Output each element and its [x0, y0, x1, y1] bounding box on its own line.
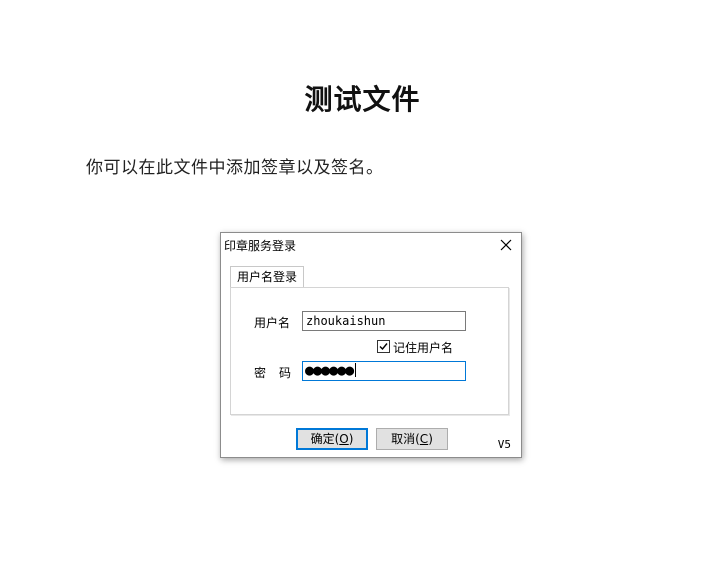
text-caret — [355, 363, 357, 377]
ok-button-label: 确定( — [310, 432, 340, 446]
dialog-title: 印章服务登录 — [224, 239, 297, 253]
document-title: 测试文件 — [304, 83, 421, 116]
login-dialog: 印章服务登录 用户名登录 用户名 zhoukaishun 记住用户名 密码 ●●… — [220, 232, 522, 458]
cancel-button-suffix: ) — [428, 432, 433, 446]
password-value: ●●●●●● — [305, 361, 354, 379]
remember-username-checkbox[interactable]: 记住用户名 — [377, 340, 453, 356]
ok-button[interactable]: 确定(O) — [296, 428, 368, 450]
tab-username-login[interactable]: 用户名登录 — [230, 266, 305, 287]
username-label: 用户名 — [254, 316, 291, 330]
cancel-button[interactable]: 取消(C) — [376, 428, 448, 450]
version-label: V5 — [497, 438, 511, 451]
close-icon — [500, 239, 512, 251]
checkbox-checked-icon — [377, 340, 390, 353]
document-body-text: 你可以在此文件中添加签章以及签名。 — [86, 158, 384, 178]
ok-button-mnemonic: O — [339, 432, 349, 446]
close-button[interactable] — [498, 237, 514, 253]
ok-button-suffix: ) — [348, 432, 354, 446]
tab-panel — [230, 287, 509, 415]
username-input[interactable]: zhoukaishun — [302, 311, 466, 331]
password-label: 密码 — [254, 366, 305, 380]
password-input[interactable]: ●●●●●● — [302, 361, 466, 381]
page: 测试文件 你可以在此文件中添加签章以及签名。 印章服务登录 用户名登录 用户名 … — [0, 0, 705, 565]
cancel-button-mnemonic: C — [419, 432, 429, 446]
remember-username-label: 记住用户名 — [393, 341, 454, 355]
cancel-button-label: 取消( — [391, 432, 420, 446]
